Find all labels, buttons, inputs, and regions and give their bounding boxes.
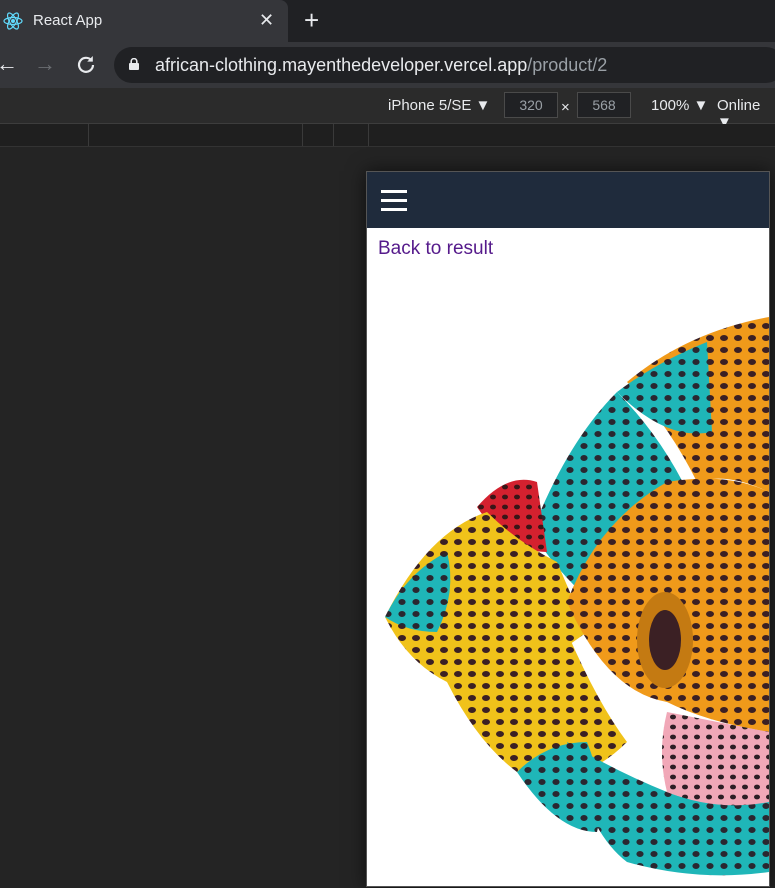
media-query-segment[interactable] — [368, 124, 769, 146]
product-image — [367, 272, 769, 886]
hamburger-menu-icon[interactable] — [381, 190, 407, 212]
url-text: african-clothing.mayenthedeveloper.verce… — [155, 55, 607, 76]
browser-toolbar: ← → african-clothing.mayenthedeveloper.v… — [0, 42, 775, 88]
device-viewport: Back to result — [366, 171, 770, 887]
lock-icon — [129, 58, 139, 70]
media-query-segment[interactable] — [302, 124, 333, 146]
tab-close-icon[interactable]: ✕ — [259, 9, 274, 31]
tab-bar: React App ✕ + — [0, 0, 775, 42]
url-host: african-clothing.mayenthedeveloper.verce… — [155, 55, 528, 75]
back-arrow-icon[interactable]: ← — [0, 53, 18, 75]
back-to-result-link[interactable]: Back to result — [378, 238, 493, 260]
dimension-separator: × — [561, 99, 570, 116]
height-input[interactable]: 568 — [577, 92, 631, 118]
app-navbar — [367, 172, 769, 228]
tab-title: React App — [33, 12, 103, 29]
media-query-segment[interactable] — [88, 124, 302, 146]
width-input[interactable]: 320 — [504, 92, 558, 118]
media-query-bar — [0, 124, 775, 147]
media-query-segment[interactable] — [333, 124, 368, 146]
url-path: /product/2 — [527, 55, 608, 75]
zoom-select[interactable]: 100% ▼ — [651, 97, 708, 114]
device-toolbar: iPhone 5/SE ▼ 320 × 568 100% ▼ Online ▼ — [0, 88, 775, 131]
tab-react-app[interactable]: React App ✕ — [0, 0, 288, 42]
forward-arrow-icon[interactable]: → — [34, 53, 56, 75]
new-tab-button[interactable]: + — [304, 7, 319, 33]
react-icon — [3, 12, 23, 30]
device-select[interactable]: iPhone 5/SE ▼ — [388, 97, 490, 114]
address-bar[interactable]: african-clothing.mayenthedeveloper.verce… — [114, 47, 775, 83]
reload-icon[interactable] — [76, 54, 96, 74]
